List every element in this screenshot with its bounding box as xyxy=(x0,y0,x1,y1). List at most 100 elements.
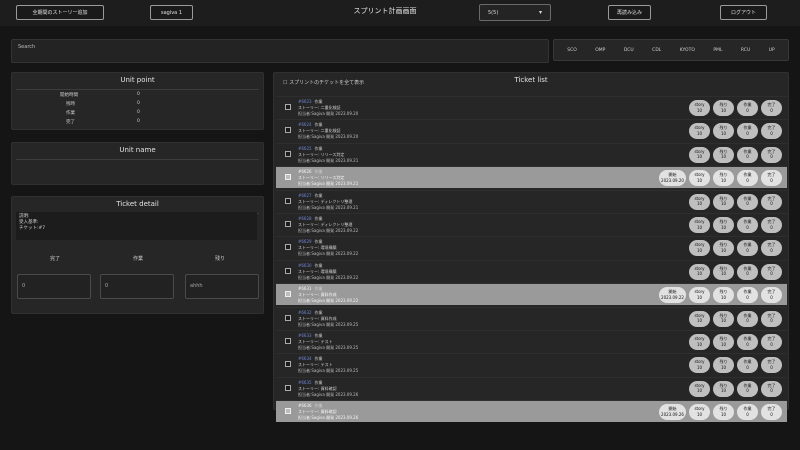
logout-button[interactable]: ログアウト xyxy=(720,5,767,20)
ticket-row[interactable]: #6628 作業 ストーリー: ディレクトリ整理 担当者:Sagiva 開発 2023… xyxy=(276,213,787,235)
ticket-checkbox[interactable] xyxy=(285,267,291,274)
point-badge[interactable]: 完了 0 xyxy=(761,193,782,210)
point-badge[interactable]: 完了 0 xyxy=(761,310,782,327)
ticket-row[interactable]: #6630 作業 ストーリー: 環境構築 担当者:Sagiva 開発 2023.09.… xyxy=(276,259,787,282)
ticket-checkbox[interactable] xyxy=(285,197,291,204)
ticket-checkbox[interactable] xyxy=(285,361,291,368)
ticket-row[interactable]: #6631 作業 ストーリー: 資料作成 担当者:Sagiva 開発 2023.09.… xyxy=(276,283,787,306)
point-badge[interactable]: story 10 xyxy=(689,287,710,304)
ticket-id-link[interactable]: #6636 xyxy=(298,403,312,408)
point-badge[interactable]: 残り 10 xyxy=(713,193,734,210)
ticket-checkbox[interactable] xyxy=(285,408,291,415)
point-badge[interactable]: story 10 xyxy=(689,380,710,397)
filter-option[interactable]: SCO xyxy=(567,48,577,53)
point-badge[interactable]: 残り 10 xyxy=(713,123,734,140)
point-badge[interactable]: 完了 0 xyxy=(761,263,782,280)
point-badge[interactable]: story 10 xyxy=(689,193,710,210)
point-badge[interactable]: story 10 xyxy=(689,170,710,187)
point-badge[interactable]: story 10 xyxy=(689,334,710,350)
reload-button[interactable]: 再読み込み xyxy=(608,5,651,20)
search-input[interactable]: Search xyxy=(11,39,549,63)
user-button[interactable]: sagiva 1 xyxy=(150,5,193,20)
ticket-checkbox[interactable] xyxy=(285,104,291,110)
ticket-id-link[interactable]: #6635 xyxy=(298,380,312,385)
point-badge[interactable]: 残り 10 xyxy=(713,100,734,116)
ticket-checkbox[interactable] xyxy=(285,384,291,391)
point-badge[interactable]: 残り 10 xyxy=(713,146,734,163)
ticket-row[interactable]: #6626 作業 ストーリー: リリース判定 担当者:Sagiva 開発 2023.0… xyxy=(276,166,787,189)
point-badge[interactable]: 作業 0 xyxy=(737,310,758,327)
ticket-id-link[interactable]: #6627 xyxy=(298,193,312,198)
point-badge[interactable]: story 10 xyxy=(689,217,710,233)
ticket-row[interactable]: #6624 作業 ストーリー: 二重化検証 担当者:Sagiva 開発 2023.09… xyxy=(276,119,787,141)
done-input[interactable]: 0 xyxy=(17,274,91,299)
point-badge[interactable]: 作業 0 xyxy=(737,100,758,116)
ticket-id-link[interactable]: #6629 xyxy=(298,239,312,244)
ticket-row[interactable]: #6635 作業 ストーリー: 資料確認 担当者:Sagiva 開発 2023.09.… xyxy=(276,376,787,399)
point-badge[interactable]: 完了 0 xyxy=(761,287,782,304)
point-badge[interactable]: 完了 0 xyxy=(761,170,782,187)
ticket-checkbox[interactable] xyxy=(285,338,291,344)
ticket-row[interactable]: #6623 作業 ストーリー: 二重化検証 担当者:Sagiva 開発 2023.09… xyxy=(276,96,787,118)
ticket-row[interactable]: #6632 作業 ストーリー: 資料作成 担当者:Sagiva 開発 2023.09.… xyxy=(276,306,787,329)
point-badge[interactable]: 残り 10 xyxy=(713,357,734,374)
ticket-row[interactable]: #6625 作業 ストーリー: リリース判定 担当者:Sagiva 開発 2023.0… xyxy=(276,142,787,165)
ticket-id-link[interactable]: #6633 xyxy=(298,333,312,338)
point-badge[interactable]: 完了 0 xyxy=(761,404,782,421)
point-badge[interactable]: 作業 0 xyxy=(737,123,758,140)
ticket-checkbox[interactable] xyxy=(285,314,291,321)
point-badge[interactable]: story 10 xyxy=(689,404,710,421)
ticket-checkbox[interactable] xyxy=(285,221,291,227)
point-badge[interactable]: 完了 0 xyxy=(761,217,782,233)
sprint-select[interactable]: 5(5) ▾ xyxy=(479,4,551,21)
ticket-row[interactable]: #6636 作業 ストーリー: 資料確認 担当者:Sagiva 開発 2023.09.… xyxy=(276,400,787,423)
point-badge[interactable]: story 10 xyxy=(689,100,710,116)
point-badge[interactable]: 残り 10 xyxy=(713,380,734,397)
ticket-id-link[interactable]: #6626 xyxy=(298,169,312,174)
point-badge[interactable]: 開始 2023.09.22 xyxy=(659,287,686,304)
point-badge[interactable]: 完了 0 xyxy=(761,240,782,257)
point-badge[interactable]: 残り 10 xyxy=(713,310,734,327)
ticket-row[interactable]: #6634 作業 ストーリー: テスト 担当者:Sagiva 開発 2023.09.2… xyxy=(276,353,787,375)
point-badge[interactable]: story 10 xyxy=(689,263,710,280)
ticket-id-link[interactable]: #6628 xyxy=(298,216,312,221)
ticket-id-link[interactable]: #6631 xyxy=(298,286,312,291)
point-badge[interactable]: 残り 10 xyxy=(713,334,734,350)
point-badge[interactable]: 残り 10 xyxy=(713,404,734,421)
point-badge[interactable]: 作業 0 xyxy=(737,380,758,397)
ticket-id-link[interactable]: #6634 xyxy=(298,356,312,361)
ticket-checkbox[interactable] xyxy=(285,150,291,157)
point-badge[interactable]: 作業 0 xyxy=(737,217,758,233)
point-badge[interactable]: 作業 0 xyxy=(737,287,758,304)
point-badge[interactable]: 完了 0 xyxy=(761,100,782,116)
ticket-id-link[interactable]: #6624 xyxy=(298,122,312,127)
point-badge[interactable]: 残り 10 xyxy=(713,170,734,187)
ticket-id-link[interactable]: #6632 xyxy=(298,310,312,315)
add-story-button[interactable]: 全期間のストーリー追加 xyxy=(16,5,104,20)
ticket-row[interactable]: #6627 作業 ストーリー: ディレクトリ整理 担当者:Sagiva 開発 2023… xyxy=(276,189,787,212)
point-badge[interactable]: 残り 10 xyxy=(713,287,734,304)
ticket-id-link[interactable]: #6623 xyxy=(298,99,312,104)
filter-option[interactable]: PML xyxy=(713,48,722,53)
ticket-checkbox[interactable] xyxy=(285,244,291,251)
point-badge[interactable]: 完了 0 xyxy=(761,146,782,163)
point-badge[interactable]: 作業 0 xyxy=(737,193,758,210)
point-badge[interactable]: 開始 2023.09.20 xyxy=(659,170,686,187)
ticket-id-link[interactable]: #6630 xyxy=(298,263,312,268)
filter-option[interactable]: DCU xyxy=(624,48,634,53)
point-badge[interactable]: 完了 0 xyxy=(761,123,782,140)
filter-option[interactable]: KYOTO xyxy=(680,48,695,53)
point-badge[interactable]: 完了 0 xyxy=(761,334,782,350)
select-all-checkbox[interactable]: ☐ スプリントのチケットを全て表示 xyxy=(283,79,364,86)
point-badge[interactable]: 作業 0 xyxy=(737,334,758,350)
point-badge[interactable]: 残り 10 xyxy=(713,240,734,257)
point-badge[interactable]: 完了 0 xyxy=(761,357,782,374)
point-badge[interactable]: 作業 0 xyxy=(737,357,758,374)
point-badge[interactable]: 開始 2023.09.26 xyxy=(659,404,686,421)
ticket-checkbox[interactable] xyxy=(285,291,291,298)
ticket-row[interactable]: #6629 作業 ストーリー: 環境構築 担当者:Sagiva 開発 2023.09.… xyxy=(276,236,787,258)
point-badge[interactable]: story 10 xyxy=(689,146,710,163)
work-input[interactable]: 0 xyxy=(100,274,174,299)
point-badge[interactable]: 完了 0 xyxy=(761,380,782,397)
filter-option[interactable]: OMP xyxy=(595,48,605,53)
